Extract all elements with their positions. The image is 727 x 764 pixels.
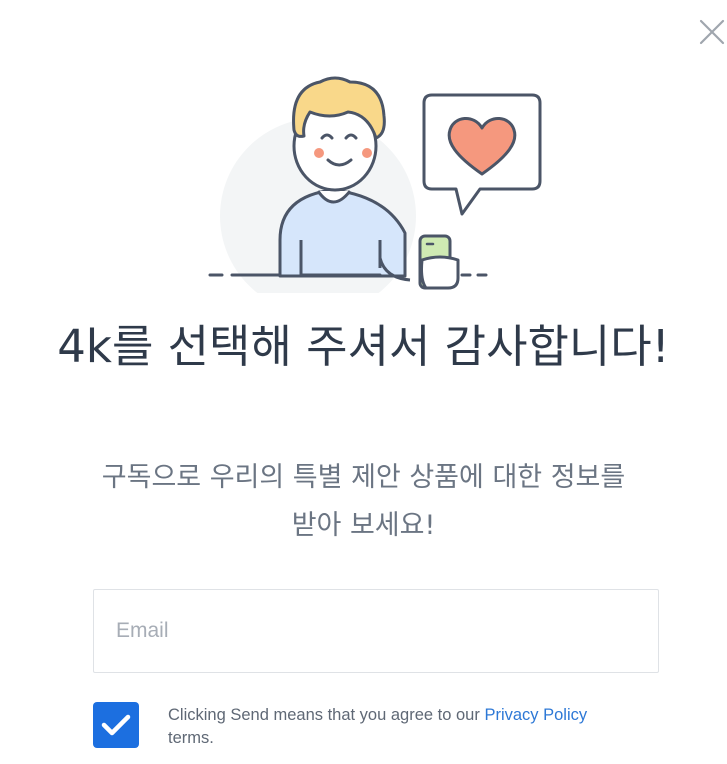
dialog-title: 4k를 선택해 주셔서 감사합니다! [57,320,670,373]
consent-prefix: Clicking Send means that you agree to ou… [168,706,485,724]
consent-suffix: terms. [168,729,214,747]
consent-text: Clicking Send means that you agree to ou… [168,704,648,750]
close-icon[interactable] [698,18,727,48]
consent-checkbox[interactable] [93,702,139,748]
privacy-policy-link[interactable]: Privacy Policy [484,706,587,724]
checkmark-icon [101,714,131,736]
dialog-subtitle: 구독으로 우리의 특별 제안 상품에 대한 정보를 받아 보세요! [101,462,626,541]
person-with-phone-heart-illustration [208,76,542,293]
email-field[interactable] [93,589,659,673]
